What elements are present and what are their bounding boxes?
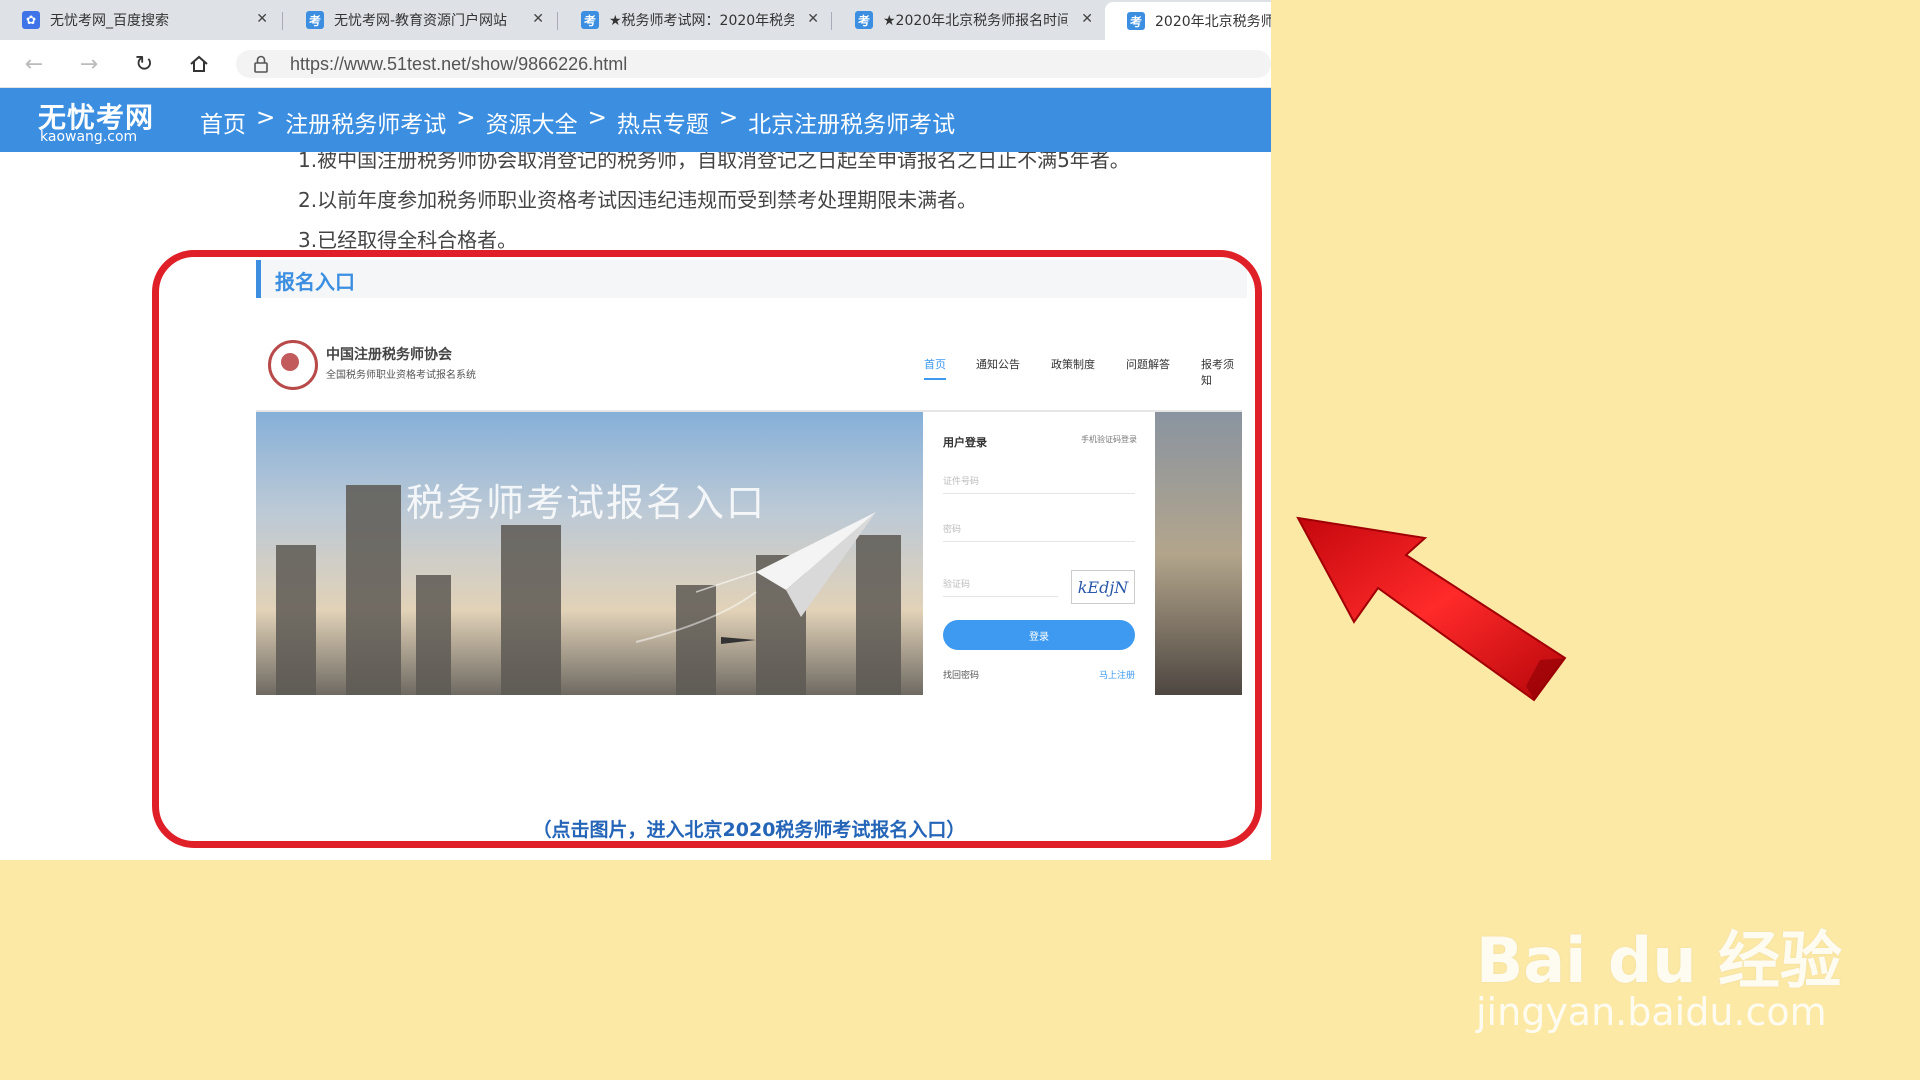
breadcrumb-separator: > [587,105,607,131]
breadcrumb-separator: > [456,105,476,131]
close-icon[interactable]: ✕ [1081,11,1093,27]
tab-title: 2020年北京税务师考试报名 [1155,14,1271,30]
stage: ✿ 无忧考网_百度搜索 ✕ 考 无忧考网-教育资源门户网站! ✕ 考 ★税务师考… [0,0,1920,1080]
url-field[interactable]: https://www.51test.net/show/9866226.html [236,50,1271,78]
breadcrumb-beijing[interactable]: 北京注册税务师考试 [748,105,955,139]
pointer-arrow-icon [1296,516,1567,702]
tab-title: ★税务师考试网：2020年税务 [609,13,794,29]
lock-icon [254,55,268,77]
breadcrumb-separator: > [256,105,276,131]
forward-icon[interactable]: → [75,50,103,78]
breadcrumb-hot-topics[interactable]: 热点专题 [617,105,709,139]
tab-baidu-search[interactable]: ✿ 无忧考网_百度搜索 ✕ [0,4,280,36]
close-icon[interactable]: ✕ [256,11,268,27]
breadcrumb-separator: > [718,105,739,131]
breadcrumb-home[interactable]: 首页 [200,105,246,139]
close-icon[interactable]: ✕ [807,11,819,27]
reload-icon[interactable]: ↻ [130,50,158,78]
kaowang-icon: 考 [1127,12,1145,30]
browser-window: ✿ 无忧考网_百度搜索 ✕ 考 无忧考网-教育资源门户网站! ✕ 考 ★税务师考… [0,0,1271,860]
tab-beijing-registration[interactable]: 考 2020年北京税务师考试报名 [1105,2,1271,40]
home-icon[interactable] [185,50,213,78]
baidu-paw-icon: ✿ [22,11,40,29]
address-bar-row: ← → ↻ https://www.51test.net/show/986622… [0,40,1271,88]
site-header: 无忧考网 kaowang.com 首页 > 注册税务师考试 > 资源大全 > 热… [0,88,1271,152]
back-icon[interactable]: ← [20,50,48,78]
rule-item: 2.以前年度参加税务师职业资格考试因违纪违规而受到禁考处理期限未满者。 [298,188,978,212]
tab-beijing-time[interactable]: 考 ★2020年北京税务师报名时间 ✕ [833,4,1105,36]
tab-separator [557,12,558,30]
breadcrumb-tax-exam[interactable]: 注册税务师考试 [285,105,446,139]
rule-item: 3.已经取得全科合格者。 [298,228,518,252]
site-logo-domain: kaowang.com [40,129,138,145]
close-icon[interactable]: ✕ [532,11,544,27]
kaowang-icon: 考 [581,11,599,29]
breadcrumb: 首页 > 注册税务师考试 > 资源大全 > 热点专题 > 北京注册税务师考试 [200,105,955,139]
baidu-jingyan-watermark: Bai du 经验 [1476,924,1843,997]
tab-separator [282,12,283,30]
breadcrumb-resources[interactable]: 资源大全 [486,105,578,139]
kaowang-icon: 考 [306,11,324,29]
tab-title: 无忧考网-教育资源门户网站! [334,13,509,29]
kaowang-icon: 考 [855,11,873,29]
tab-bar: ✿ 无忧考网_百度搜索 ✕ 考 无忧考网-教育资源门户网站! ✕ 考 ★税务师考… [0,0,1271,40]
watermark-url: jingyan.baidu.com [1476,990,1827,1034]
tab-title: 无忧考网_百度搜索 [50,13,169,29]
url-text: https://www.51test.net/show/9866226.html [290,54,628,74]
tab-tax-exam[interactable]: 考 ★税务师考试网：2020年税务 ✕ [559,4,831,36]
tab-title: ★2020年北京税务师报名时间 [883,13,1068,29]
highlight-frame [152,250,1262,848]
tab-separator [831,12,832,30]
tab-kaowang-home[interactable]: 考 无忧考网-教育资源门户网站! ✕ [284,4,556,36]
